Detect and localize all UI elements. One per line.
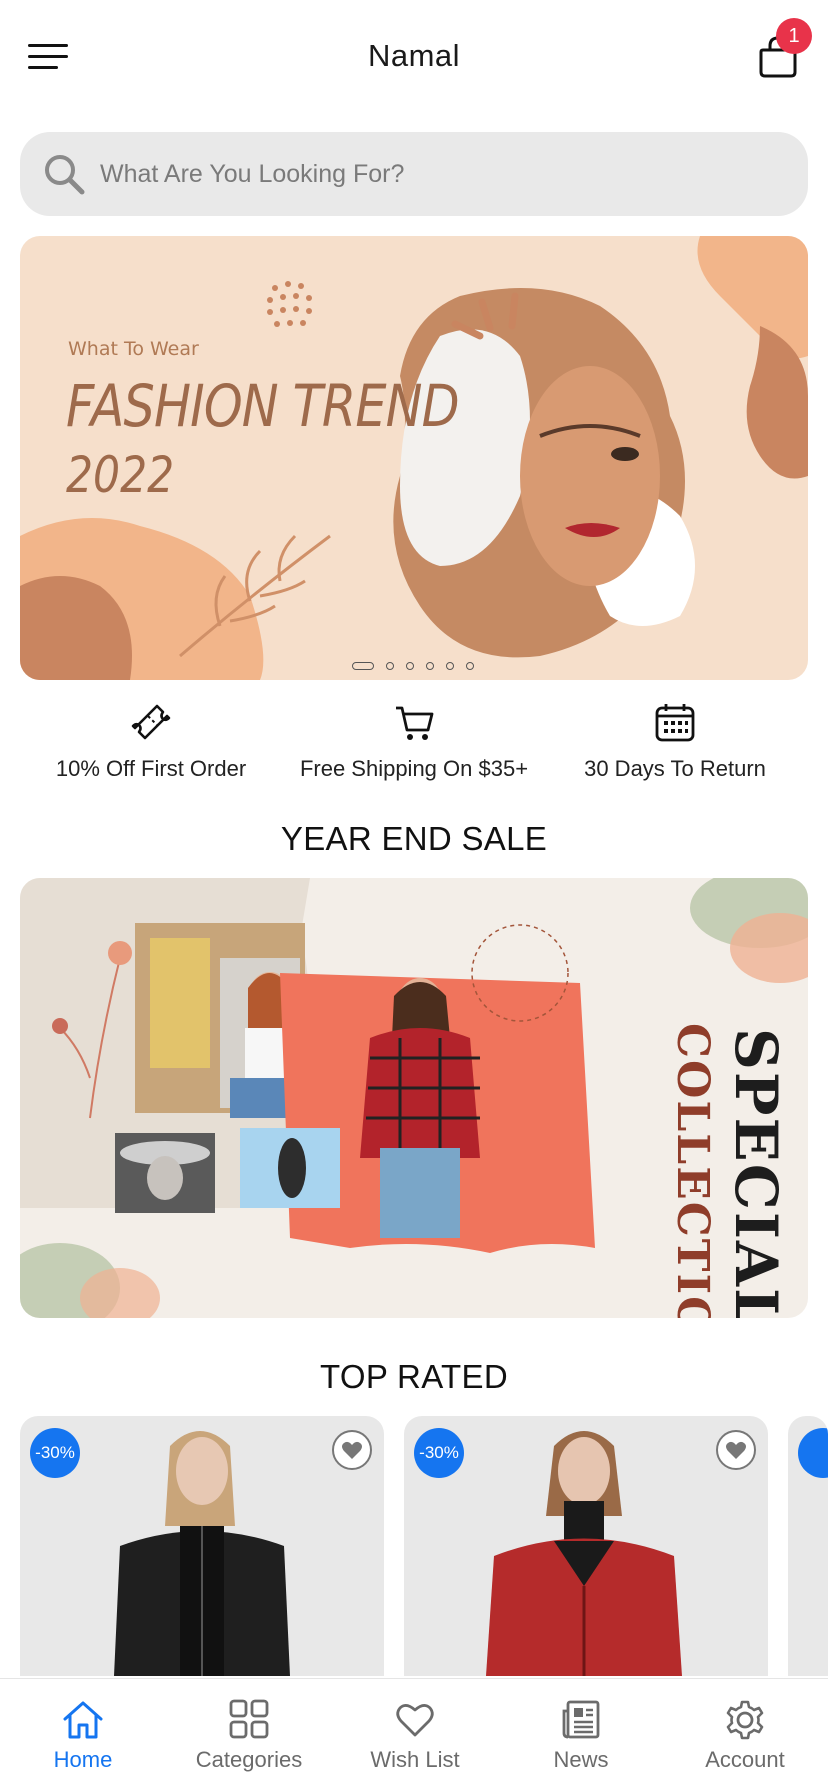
- product-card[interactable]: -30%: [20, 1416, 384, 1676]
- gear-icon: [726, 1700, 764, 1740]
- product-card-partial[interactable]: [788, 1416, 828, 1676]
- tab-label: Account: [705, 1747, 785, 1772]
- grid-icon: [229, 1699, 269, 1739]
- perk-label: 30 Days To Return: [584, 756, 766, 781]
- perk-label: 10% Off First Order: [55, 756, 247, 781]
- tab-home[interactable]: Home: [0, 1679, 166, 1792]
- sale-banner-text-collection: COLLECTION: [667, 1023, 718, 1318]
- tab-wish-list[interactable]: Wish List: [332, 1679, 498, 1792]
- carousel-dot[interactable]: [352, 662, 374, 670]
- sale-section-title: YEAR END SALE: [280, 820, 548, 857]
- tab-account[interactable]: Account: [662, 1679, 828, 1792]
- tab-news[interactable]: News: [498, 1679, 664, 1792]
- app-header: Namal 1: [0, 0, 828, 114]
- app-title: Namal: [367, 38, 461, 73]
- search-icon: [45, 155, 85, 195]
- search-input[interactable]: [100, 132, 780, 216]
- carousel-dot[interactable]: [426, 662, 434, 670]
- cart-icon: [396, 706, 434, 740]
- search-bar[interactable]: [20, 132, 808, 216]
- carousel-dot[interactable]: [446, 662, 454, 670]
- calendar-icon: [655, 704, 695, 742]
- heart-icon[interactable]: [716, 1430, 756, 1470]
- hero-kicker: What To Wear: [68, 338, 199, 360]
- perk-first-order: 10% Off First Order: [16, 696, 286, 786]
- perk-free-shipping: Free Shipping On $35+: [279, 696, 549, 786]
- sale-banner-text-special: SPECIAL: [722, 1028, 790, 1318]
- discount-badge: -30%: [30, 1428, 80, 1478]
- carousel-dot[interactable]: [386, 662, 394, 670]
- heart-icon[interactable]: [332, 1430, 372, 1470]
- ticket-icon: [131, 704, 171, 740]
- perk-returns: 30 Days To Return: [540, 696, 810, 786]
- carousel-dot[interactable]: [406, 662, 414, 670]
- perk-label: Free Shipping On $35+: [299, 756, 529, 781]
- year-end-sale-banner[interactable]: SPECIAL COLLECTION: [20, 878, 808, 1318]
- hero-year: 2022: [66, 446, 175, 504]
- hero-title: FASHION TREND: [66, 372, 460, 440]
- heart-icon: [396, 1704, 434, 1737]
- tab-categories[interactable]: Categories: [166, 1679, 332, 1792]
- discount-badge-partial: [798, 1428, 828, 1478]
- newspaper-icon: [562, 1700, 600, 1739]
- top-rated-title: TOP RATED: [320, 1358, 508, 1395]
- product-card[interactable]: -30%: [404, 1416, 768, 1676]
- home-icon: [63, 1701, 103, 1739]
- carousel-pagination: [352, 661, 474, 671]
- discount-badge: -30%: [414, 1428, 464, 1478]
- tab-label: Categories: [195, 1747, 303, 1772]
- cart-count-badge: 1: [776, 18, 812, 54]
- top-rated-carousel[interactable]: -30% -30%: [20, 1416, 828, 1676]
- hero-banner-carousel[interactable]: What To Wear FASHION TREND 2022: [20, 236, 808, 680]
- tab-label: News: [553, 1747, 609, 1772]
- tab-label: Wish List: [370, 1747, 460, 1772]
- bottom-tab-bar: Home Categories Wish List News Account: [0, 1678, 828, 1792]
- carousel-dot[interactable]: [466, 662, 474, 670]
- tab-label: Home: [53, 1747, 113, 1772]
- perks-row: 10% Off First Order Free Shipping On $35…: [0, 696, 828, 786]
